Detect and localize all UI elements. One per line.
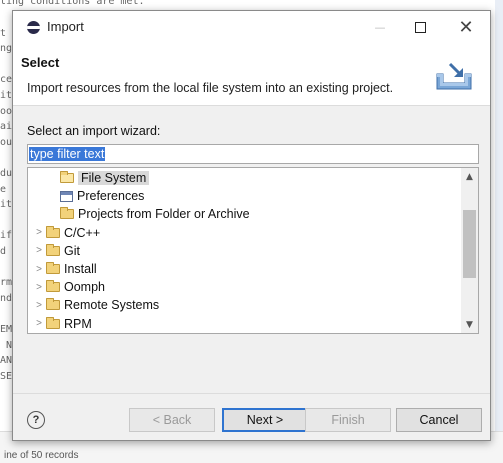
- background-code-line: AN: [0, 355, 13, 367]
- close-icon: ✕: [458, 17, 474, 38]
- background-code-line: EM: [0, 324, 13, 335]
- background-code-line: it: [0, 90, 13, 101]
- background-code-line: du: [0, 168, 13, 179]
- background-code-line: ai: [0, 121, 13, 133]
- tree-item[interactable]: Projects from Folder or Archive: [60, 205, 250, 223]
- background-code-line: ng: [0, 43, 13, 55]
- folder-icon: [46, 280, 60, 293]
- tree-item[interactable]: Preferences: [60, 187, 144, 205]
- tree-item[interactable]: File System: [60, 169, 150, 187]
- background-code-line: oo: [0, 105, 13, 117]
- eclipse-logo-icon: [27, 21, 40, 34]
- background-code-line: N: [0, 339, 13, 351]
- tree-item[interactable]: > RPM: [32, 315, 92, 333]
- folder-icon: [60, 207, 74, 220]
- background-code-line: rm: [0, 277, 13, 289]
- window-title: Import: [47, 19, 84, 34]
- background-code-line: ou: [0, 136, 13, 148]
- help-button[interactable]: ?: [27, 411, 45, 429]
- tree-item-label: C/C++: [64, 225, 101, 240]
- background-right-strip: [495, 0, 503, 463]
- title-bar[interactable]: Import — ✕: [13, 11, 490, 44]
- wizard-header: Select Import resources from the local f…: [13, 44, 490, 106]
- background-code-line: t: [0, 27, 7, 39]
- minimize-icon: —: [374, 21, 386, 34]
- tree-item-label: Preferences: [77, 189, 145, 204]
- folder-icon: [46, 316, 60, 329]
- tree-item[interactable]: > Remote Systems: [32, 296, 159, 314]
- import-wizard-icon: [436, 62, 472, 90]
- expand-chevron-icon[interactable]: >: [32, 245, 46, 256]
- page-title: Select: [21, 55, 60, 70]
- tree-item-label: Oomph: [64, 280, 105, 295]
- back-button[interactable]: < Back: [129, 408, 215, 432]
- cancel-button[interactable]: Cancel: [396, 408, 482, 432]
- expand-chevron-icon[interactable]: >: [32, 318, 46, 329]
- expand-chevron-icon[interactable]: >: [32, 300, 46, 311]
- scroll-down-icon[interactable]: ▼: [461, 316, 478, 333]
- folder-icon: [46, 243, 60, 256]
- tree-item-label: Remote Systems: [64, 298, 160, 313]
- tree-item[interactable]: > Oomph: [32, 278, 105, 296]
- folder-icon: [46, 225, 60, 238]
- tree-item[interactable]: > Install: [32, 260, 97, 278]
- import-dialog: Import — ✕ Select Import resources from …: [12, 10, 491, 441]
- close-button[interactable]: ✕: [443, 11, 489, 44]
- background-code-line: if: [0, 230, 13, 242]
- tree-item-label: Git: [64, 243, 80, 258]
- tree-item-label: File System: [78, 171, 150, 185]
- preferences-icon: [60, 190, 73, 202]
- background-status-text: ine of 50 records: [4, 450, 79, 461]
- expand-chevron-icon[interactable]: >: [32, 282, 46, 293]
- folder-icon: [46, 298, 60, 311]
- background-code-line: d: [0, 246, 7, 257]
- filter-input[interactable]: type filter text: [27, 144, 479, 164]
- expand-chevron-icon[interactable]: >: [32, 264, 46, 275]
- background-code-line: it: [0, 199, 13, 211]
- maximize-button[interactable]: [397, 11, 443, 44]
- tree-scrollbar[interactable]: ▲ ▼: [461, 168, 478, 333]
- tree-item-label: Projects from Folder or Archive: [78, 207, 250, 222]
- background-code-line: e: [0, 183, 7, 195]
- maximize-icon: [414, 22, 426, 33]
- expand-chevron-icon[interactable]: >: [32, 227, 46, 238]
- background-code-line: SE: [0, 370, 13, 382]
- scroll-thumb[interactable]: [463, 210, 476, 278]
- page-description: Import resources from the local file sys…: [27, 81, 394, 95]
- wizard-select-label: Select an import wizard:: [27, 124, 161, 138]
- tree-item-label: Install: [64, 262, 97, 276]
- tree-item[interactable]: > C/C++: [32, 224, 100, 242]
- background-code-line: ting conditions are met.: [0, 0, 145, 7]
- scroll-up-icon[interactable]: ▲: [461, 168, 478, 185]
- folder-icon: [46, 262, 60, 274]
- next-button[interactable]: Next >: [222, 408, 308, 432]
- finish-button[interactable]: Finish: [305, 408, 391, 432]
- footer-divider: [13, 393, 490, 394]
- tree-item-label: RPM: [64, 316, 92, 331]
- wizard-tree[interactable]: File System Preferences Projects from Fold…: [27, 167, 479, 334]
- filter-input-text: type filter text: [29, 147, 106, 161]
- folder-open-icon: [60, 171, 74, 183]
- tree-item[interactable]: > Git: [32, 242, 80, 260]
- background-code-line: ce: [0, 74, 13, 86]
